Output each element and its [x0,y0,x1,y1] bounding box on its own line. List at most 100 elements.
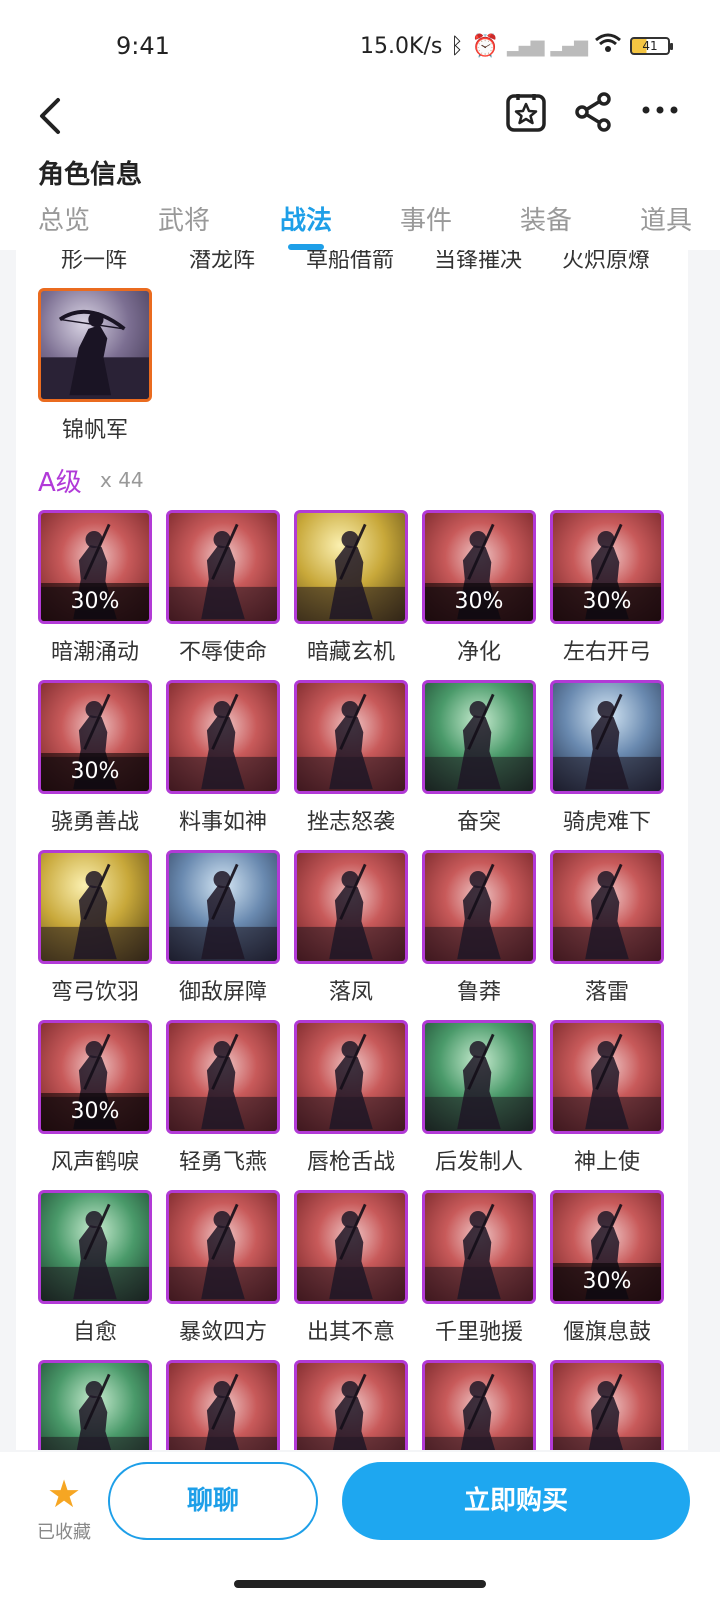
more-button[interactable] [640,90,684,134]
skill-card[interactable]: 30% 左右开弓 [550,510,664,666]
skill-icon [294,680,408,794]
skill-icon: 30% [550,1190,664,1304]
skill-card[interactable]: 鲁莽 [422,850,536,1006]
skill-card[interactable]: 暗藏玄机 [294,510,408,666]
chat-button[interactable]: 聊聊 [108,1462,318,1540]
skill-card[interactable]: 30% 暗潮涌动 [38,510,152,666]
skill-card[interactable]: 奋突 [422,680,536,836]
skill-card[interactable]: 神上使 [550,1020,664,1176]
skill-card[interactable] [166,1360,280,1450]
skill-name: 偃旗息鼓 [562,1320,651,1345]
skill-card[interactable]: 锦帆军 [38,288,152,444]
skill-name: 弯弓饮羽 [50,980,139,1005]
skill-card[interactable]: 暴敛四方 [166,1190,280,1346]
warrior-icon [553,863,661,961]
tab-bar: 总览 武将 战法 事件 装备 道具 [0,200,720,250]
tab-overview[interactable]: 总览 [38,200,90,237]
wifi-icon [594,32,622,60]
probability-badge: 30% [553,583,661,621]
chevron-left-icon [40,98,60,134]
warrior-icon [41,1373,149,1450]
skill-icon [422,1190,536,1304]
header: 角色信息 总览 武将 战法 事件 装备 道具 [0,90,720,250]
signal-icon-2: ▂▄▆ [550,35,588,57]
star-icon: ★ [46,1472,82,1516]
tab-events[interactable]: 事件 [400,200,452,237]
skill-name: 落凤 [328,980,373,1005]
warrior-icon [425,1033,533,1131]
skill-name: 左右开弓 [562,640,651,665]
bottom-bar: ★ 已收藏 聊聊 立即购买 [0,1452,720,1600]
skill-icon [166,680,280,794]
skill-name: 鲁莽 [456,980,501,1005]
back-button[interactable] [30,94,70,138]
skill-card[interactable]: 唇枪舌战 [294,1020,408,1176]
warrior-icon [553,1373,661,1450]
skill-icon: 30% [38,510,152,624]
warrior-icon [169,1033,277,1131]
warrior-icon [425,863,533,961]
skill-card[interactable]: 30% 净化 [422,510,536,666]
net-speed: 15.0K/s [360,33,443,59]
skill-name: 出其不意 [306,1320,395,1345]
skill-card[interactable] [294,1360,408,1450]
skill-name: 自愈 [72,1320,117,1345]
warrior-icon [425,1203,533,1301]
buy-now-button[interactable]: 立即购买 [342,1462,690,1540]
skill-name: 后发制人 [434,1150,523,1175]
skill-card[interactable]: 不辱使命 [166,510,280,666]
skill-card[interactable]: 30% 骁勇善战 [38,680,152,836]
skill-card[interactable] [550,1360,664,1450]
skill-card[interactable] [422,1360,536,1450]
tab-generals[interactable]: 武将 [158,200,210,237]
skill-icon [166,510,280,624]
alarm-icon: ⏰ [471,33,499,59]
favorite-button[interactable] [504,90,548,134]
skill-icon [294,1190,408,1304]
skill-card[interactable]: 千里驰援 [422,1190,536,1346]
warrior-icon [41,1203,149,1301]
skill-icon [550,1020,664,1134]
skill-card[interactable]: 后发制人 [422,1020,536,1176]
tab-items[interactable]: 道具 [640,200,692,237]
status-icons: 15.0K/s ᛒ ⏰ ▂▄▆ ▂▄▆ 41 [360,32,673,60]
share-button[interactable] [572,90,616,134]
home-indicator [234,1580,486,1588]
skill-name: 暗潮涌动 [50,640,139,665]
skill-card[interactable]: 御敌屏障 [166,850,280,1006]
warrior-icon [297,523,405,621]
tab-tactics[interactable]: 战法 [280,200,332,237]
skill-name: 挫志怒袭 [306,810,395,835]
skill-name: 火炽原燎 [561,250,650,273]
warrior-icon [297,693,405,791]
previous-row-cut: 形一阵 潜龙阵 草船借箭 当锋摧决 火炽原燎 [16,250,688,273]
skill-icon [38,1190,152,1304]
favorited-button[interactable]: ★ 已收藏 [34,1474,94,1544]
skill-card[interactable]: 料事如神 [166,680,280,836]
skill-card[interactable]: 轻勇飞燕 [166,1020,280,1176]
warrior-icon [169,523,277,621]
signal-icon: ▂▄▆ [506,35,545,57]
skill-card[interactable]: 落雷 [550,850,664,1006]
skill-card[interactable]: 自愈 [38,1190,152,1346]
skill-name: 暗藏玄机 [306,640,395,665]
skill-card[interactable]: 30% 风声鹤唳 [38,1020,152,1176]
skill-card[interactable]: 骑虎难下 [550,680,664,836]
skill-name: 当锋摧决 [433,250,522,273]
skill-card[interactable]: 挫志怒袭 [294,680,408,836]
tab-equipment[interactable]: 装备 [520,200,572,237]
skill-icon [166,850,280,964]
warrior-icon [297,1033,405,1131]
skill-card[interactable]: 落凤 [294,850,408,1006]
skill-card[interactable] [38,1360,152,1450]
tactics-content[interactable]: 形一阵 潜龙阵 草船借箭 当锋摧决 火炽原燎 锦帆军 A级 x 44 30% 暗潮… [16,250,688,1450]
skill-name: 草船借箭 [305,250,394,273]
more-icon [642,106,678,114]
skill-icon [550,1360,664,1450]
skill-card[interactable]: 出其不意 [294,1190,408,1346]
skill-icon [38,288,152,402]
skill-card[interactable]: 30% 偃旗息鼓 [550,1190,664,1346]
probability-badge: 30% [425,583,533,621]
skill-name: 千里驰援 [434,1320,523,1345]
skill-card[interactable]: 弯弓饮羽 [38,850,152,1006]
